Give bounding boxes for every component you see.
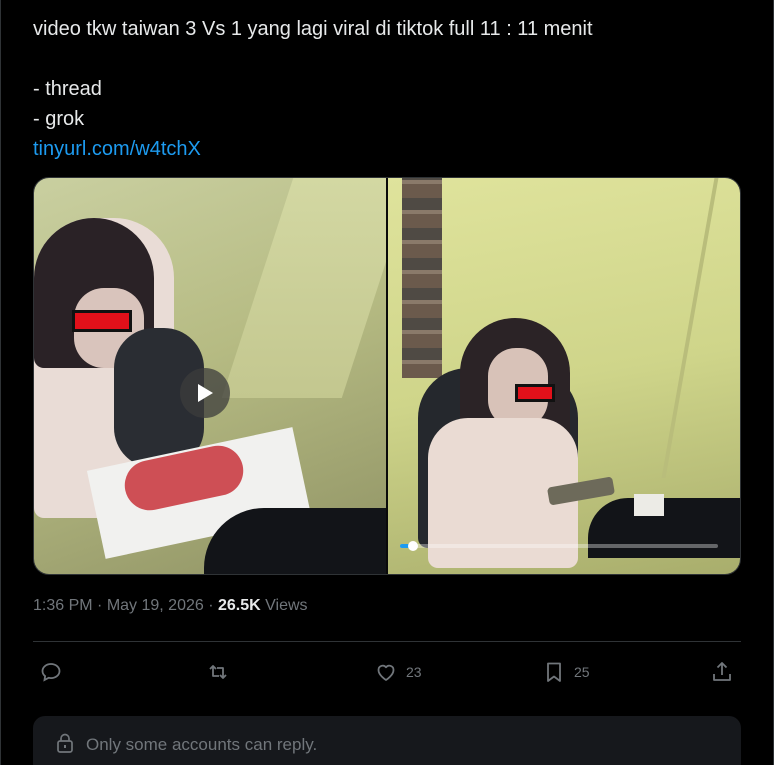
- reply-icon: [41, 663, 61, 682]
- tweet-text-line: [33, 44, 733, 74]
- tweet-time[interactable]: 1:36 PM: [33, 597, 93, 614]
- lock-icon: [57, 733, 73, 753]
- foreground-leg: [204, 508, 386, 574]
- tweet-detail: video tkw taiwan 3 Vs 1 yang lagi viral …: [0, 0, 774, 765]
- brick-wall: [402, 178, 442, 378]
- play-icon: [198, 384, 213, 402]
- video-progress-bar[interactable]: [400, 541, 718, 551]
- bookmark-count: 25: [574, 664, 590, 680]
- tweet-date[interactable]: May 19, 2026: [107, 597, 204, 614]
- share-button[interactable]: [710, 654, 734, 690]
- repost-button[interactable]: [206, 654, 230, 690]
- tweet-link[interactable]: tinyurl.com/w4tchX: [33, 134, 733, 164]
- redaction-bar: [72, 310, 132, 332]
- meta-separator: ·: [203, 597, 218, 614]
- redaction-bar: [515, 384, 555, 402]
- wall-panel: [221, 178, 386, 398]
- share-icon: [713, 662, 731, 681]
- repost-icon: [209, 665, 227, 679]
- reply-restriction-text: Only some accounts can reply.: [86, 735, 318, 754]
- play-button[interactable]: [180, 368, 230, 418]
- foreground-leg: [588, 498, 740, 558]
- bookmark-button[interactable]: 25: [542, 654, 590, 690]
- tweet-text-line: - thread: [33, 78, 102, 100]
- action-bar: 23 25: [33, 654, 741, 690]
- reply-button[interactable]: [39, 654, 63, 690]
- views-count[interactable]: 26.5K: [218, 597, 261, 614]
- video-thumbnail-left[interactable]: [34, 178, 386, 574]
- reply-restriction-notice: Only some accounts can reply.: [33, 716, 741, 765]
- divider: [33, 641, 741, 642]
- heart-icon: [377, 664, 395, 681]
- wall-line: [661, 178, 719, 478]
- tweet-text-line: video tkw taiwan 3 Vs 1 yang lagi viral …: [33, 18, 593, 40]
- video-thumbnail-right[interactable]: [388, 178, 740, 574]
- like-button[interactable]: 23: [374, 654, 422, 690]
- video-progress-knob[interactable]: [407, 541, 418, 551]
- like-count: 23: [406, 664, 422, 680]
- views-label: Views: [260, 597, 308, 614]
- tweet-meta: 1:36 PM · May 19, 2026 · 26.5K Views: [33, 597, 308, 615]
- meta-separator: ·: [92, 597, 107, 614]
- tweet-text: video tkw taiwan 3 Vs 1 yang lagi viral …: [33, 14, 733, 164]
- wall-outlet: [634, 494, 664, 516]
- bookmark-icon: [547, 662, 561, 682]
- media-grid: [33, 177, 741, 575]
- tweet-text-line: - grok: [33, 108, 85, 130]
